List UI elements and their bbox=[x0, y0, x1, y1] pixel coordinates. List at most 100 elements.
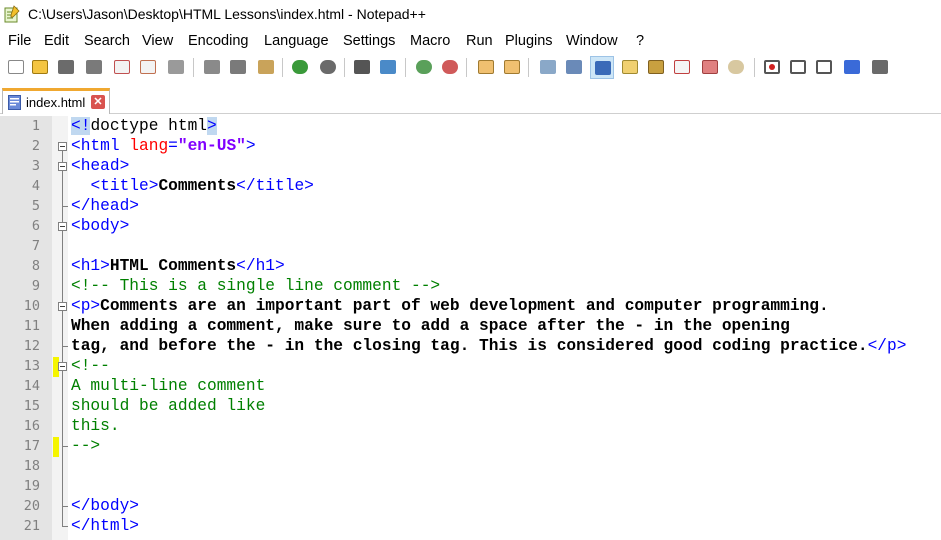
code-line[interactable]: 7 bbox=[0, 236, 941, 256]
line-number: 1 bbox=[31, 118, 40, 134]
code-line[interactable]: 5 </head> bbox=[0, 196, 941, 216]
notepadpp-icon bbox=[4, 5, 20, 23]
stop-recording-icon[interactable] bbox=[788, 57, 808, 77]
code-token: Comments are an important part of web de… bbox=[100, 297, 829, 315]
code-token: </h1> bbox=[236, 257, 285, 275]
line-number: 19 bbox=[23, 478, 40, 494]
menu-file[interactable]: File bbox=[8, 33, 31, 49]
tab-index-html[interactable]: index.html ✕ bbox=[2, 88, 110, 114]
sync-horizontal-icon[interactable] bbox=[502, 57, 522, 77]
folder-workspace-icon[interactable] bbox=[700, 57, 720, 77]
code-token: <!-- This is a single line comment --> bbox=[71, 277, 441, 295]
monitoring-eye-icon[interactable] bbox=[726, 57, 746, 77]
code-line[interactable]: 13 <!-- bbox=[0, 356, 941, 376]
line-number: 10 bbox=[23, 298, 40, 314]
function-list-icon[interactable] bbox=[672, 57, 692, 77]
code-line[interactable]: 4 <title>Comments</title> bbox=[0, 176, 941, 196]
code-text: <head> bbox=[71, 157, 129, 175]
title-bar: C:\Users\Jason\Desktop\HTML Lessons\inde… bbox=[0, 0, 941, 30]
code-line[interactable]: 21 </html> bbox=[0, 516, 941, 536]
save-all-icon[interactable] bbox=[84, 57, 104, 77]
code-line[interactable]: 9 <!-- This is a single line comment --> bbox=[0, 276, 941, 296]
code-text: </head> bbox=[71, 197, 139, 215]
fold-toggle-html[interactable] bbox=[58, 142, 67, 151]
menu-language[interactable]: Language bbox=[264, 33, 329, 49]
fold-toggle-p[interactable] bbox=[58, 302, 67, 311]
code-line[interactable]: 3 <head> bbox=[0, 156, 941, 176]
code-text: <body> bbox=[71, 217, 129, 235]
menu-run[interactable]: Run bbox=[466, 33, 493, 49]
word-wrap-icon[interactable] bbox=[538, 57, 558, 77]
indent-guide-icon[interactable] bbox=[590, 56, 614, 79]
code-line[interactable]: 16 this. bbox=[0, 416, 941, 436]
code-text: --> bbox=[71, 437, 100, 455]
code-line[interactable]: 17 --> bbox=[0, 436, 941, 456]
show-all-characters-icon[interactable] bbox=[564, 57, 584, 77]
undo-icon[interactable] bbox=[290, 57, 310, 77]
code-token: > bbox=[245, 137, 256, 155]
menu-window[interactable]: Window bbox=[566, 33, 618, 49]
menu-bar: File Edit Search View Encoding Language … bbox=[0, 30, 941, 54]
code-text: should be added like bbox=[71, 397, 265, 415]
toolbar-separator bbox=[405, 58, 406, 77]
code-line[interactable]: 12 tag, and before the - in the closing t… bbox=[0, 336, 941, 356]
code-line[interactable]: 11 When adding a comment, make sure to ad… bbox=[0, 316, 941, 336]
code-line[interactable]: 14 A multi-line comment bbox=[0, 376, 941, 396]
play-macro-icon[interactable] bbox=[814, 57, 834, 77]
code-line[interactable]: 8 <h1>HTML Comments</h1> bbox=[0, 256, 941, 276]
line-number: 14 bbox=[23, 378, 40, 394]
code-line[interactable]: 19 bbox=[0, 476, 941, 496]
toolbar-separator bbox=[754, 58, 755, 77]
user-defined-language-icon[interactable] bbox=[620, 57, 640, 77]
code-text: <!-- bbox=[71, 357, 110, 375]
code-line[interactable]: 15 should be added like bbox=[0, 396, 941, 416]
zoom-in-icon[interactable] bbox=[414, 57, 434, 77]
code-line[interactable]: 20 </body> bbox=[0, 496, 941, 516]
code-token: this. bbox=[71, 417, 120, 435]
run-macro-multiple-icon[interactable] bbox=[842, 57, 862, 77]
menu-macro[interactable]: Macro bbox=[410, 33, 450, 49]
code-line[interactable]: 2 <html lang="en-US"> bbox=[0, 136, 941, 156]
doc-map-icon[interactable] bbox=[646, 57, 666, 77]
fold-toggle-body[interactable] bbox=[58, 222, 67, 231]
save-icon[interactable] bbox=[56, 57, 76, 77]
new-file-icon[interactable] bbox=[6, 57, 26, 77]
menu-help[interactable]: ? bbox=[636, 33, 644, 49]
close-all-icon[interactable] bbox=[138, 57, 158, 77]
record-macro-icon[interactable] bbox=[762, 57, 782, 77]
menu-edit[interactable]: Edit bbox=[44, 33, 69, 49]
paste-icon[interactable] bbox=[256, 57, 276, 77]
sync-vertical-icon[interactable] bbox=[476, 57, 496, 77]
menu-view[interactable]: View bbox=[142, 33, 173, 49]
code-token: </body> bbox=[71, 497, 139, 515]
fold-end-head bbox=[62, 206, 68, 207]
code-text: </body> bbox=[71, 497, 139, 515]
replace-icon[interactable] bbox=[378, 57, 398, 77]
save-macro-icon[interactable] bbox=[870, 57, 890, 77]
menu-settings[interactable]: Settings bbox=[343, 33, 395, 49]
code-line[interactable]: 1 <!doctype html> bbox=[0, 116, 941, 136]
menu-encoding[interactable]: Encoding bbox=[188, 33, 248, 49]
redo-icon[interactable] bbox=[318, 57, 338, 77]
code-token: <!-- bbox=[71, 357, 110, 375]
close-icon[interactable] bbox=[112, 57, 132, 77]
fold-toggle-comment[interactable] bbox=[58, 362, 67, 371]
code-line[interactable]: 18 bbox=[0, 456, 941, 476]
code-token: <head> bbox=[71, 157, 130, 175]
menu-plugins[interactable]: Plugins bbox=[505, 33, 553, 49]
zoom-out-icon[interactable] bbox=[440, 57, 460, 77]
line-number: 3 bbox=[31, 158, 40, 174]
code-editor[interactable]: 1 <!doctype html> 2 <html lang="en-US"> 3 <he… bbox=[0, 116, 941, 540]
line-number: 6 bbox=[31, 218, 40, 234]
copy-icon[interactable] bbox=[228, 57, 248, 77]
tab-close-icon[interactable]: ✕ bbox=[91, 95, 105, 109]
cut-icon[interactable] bbox=[202, 57, 222, 77]
code-token: </html> bbox=[71, 517, 139, 535]
open-file-icon[interactable] bbox=[30, 57, 50, 77]
fold-toggle-head[interactable] bbox=[58, 162, 67, 171]
code-line[interactable]: 6 <body> bbox=[0, 216, 941, 236]
find-icon[interactable] bbox=[352, 57, 372, 77]
menu-search[interactable]: Search bbox=[84, 33, 130, 49]
code-line[interactable]: 10 <p>Comments are an important part of w… bbox=[0, 296, 941, 316]
print-icon[interactable] bbox=[166, 57, 186, 77]
